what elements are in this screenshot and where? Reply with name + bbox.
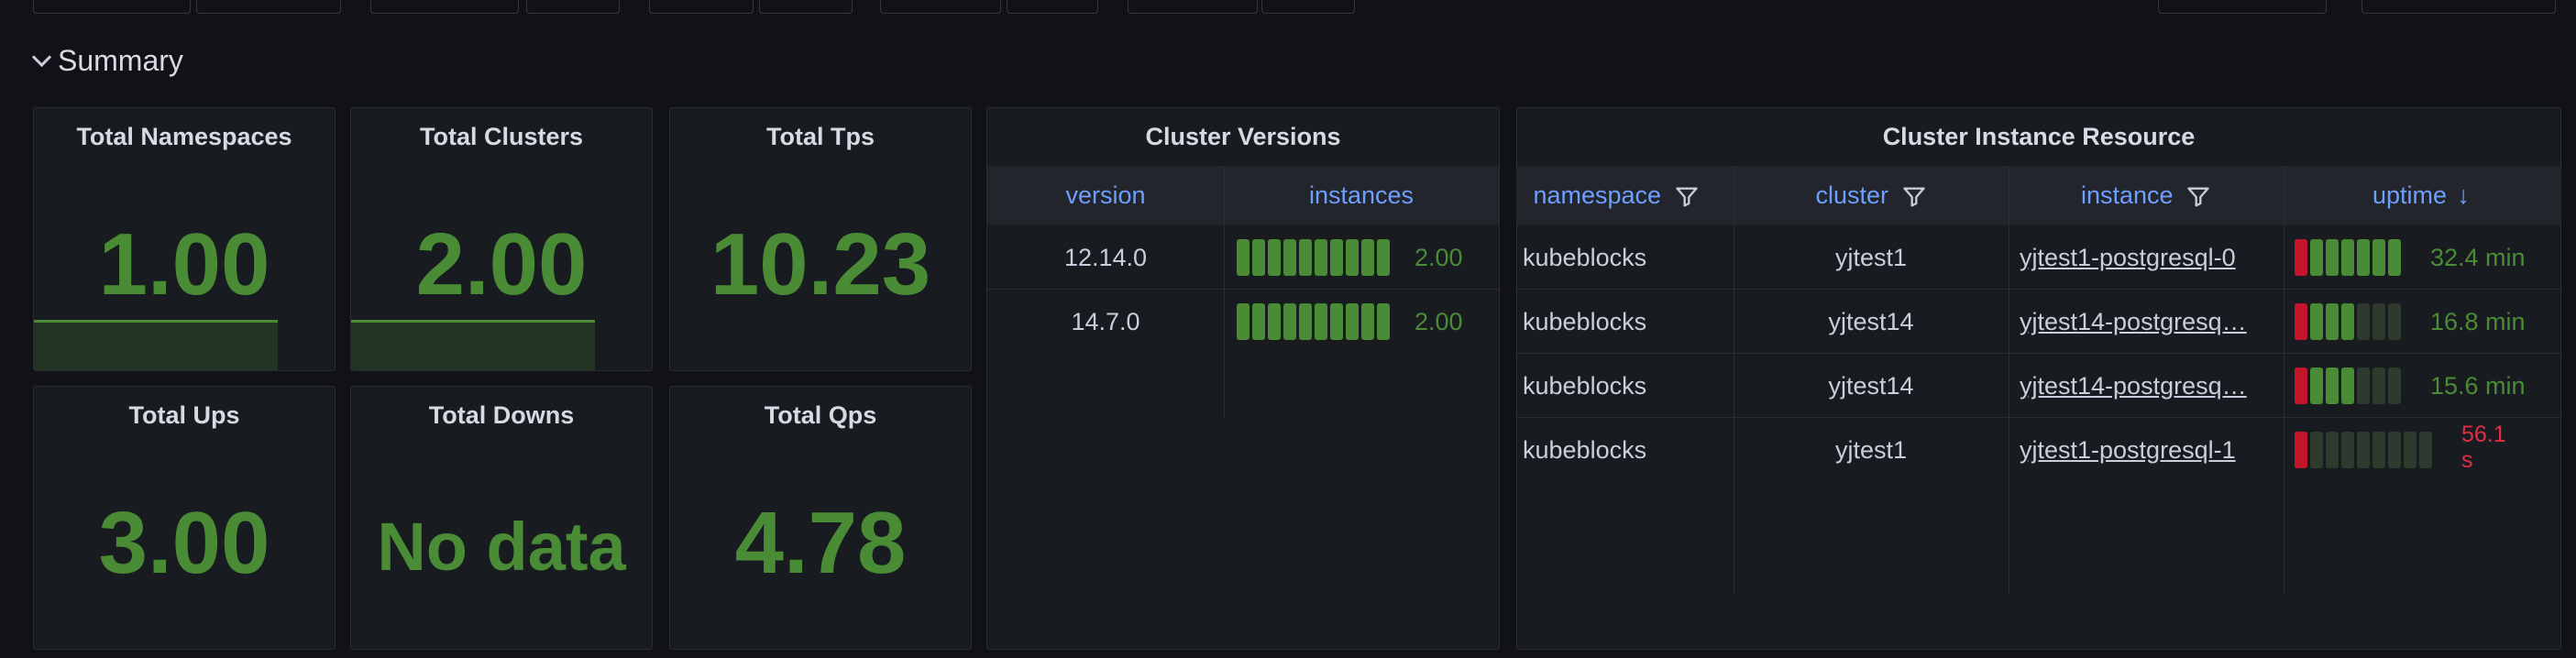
top-control[interactable] — [759, 0, 853, 14]
cell-instance-link[interactable]: yjtest1-postgresql-1 — [2020, 418, 2278, 482]
stat-value: 3.00 — [98, 494, 270, 592]
cluster-instance-resource-panel: Cluster Instance Resource namespace clus… — [1516, 107, 2561, 650]
panel-title: Cluster Versions — [1145, 123, 1341, 150]
stat-total-downs[interactable]: Total Downs No data — [350, 386, 653, 650]
panel-title: Total Downs — [428, 401, 575, 429]
cell-instance-link[interactable]: yjtest1-postgresql-0 — [2020, 225, 2278, 290]
cell-instance-link[interactable]: yjtest14-postgresq… — [2020, 354, 2278, 418]
stat-value: 2.00 — [415, 215, 588, 313]
uptime-gauge — [2295, 367, 2401, 404]
uptime-gauge — [2295, 432, 2432, 468]
panel-title: Total Clusters — [419, 123, 584, 150]
cell-cluster: yjtest14 — [1828, 372, 1914, 400]
cell-namespace: kubeblocks — [1523, 308, 1647, 335]
top-control[interactable] — [526, 0, 620, 14]
stat-value: 1.00 — [98, 215, 270, 313]
top-control[interactable] — [2158, 0, 2327, 14]
top-control[interactable] — [649, 0, 754, 14]
uptime-gauge — [2295, 303, 2401, 340]
cell-uptime: 15.6 min — [2430, 372, 2526, 400]
cell-version: 12.14.0 — [1063, 244, 1148, 271]
cell-cluster: yjtest1 — [1834, 436, 1908, 464]
stat-value: 10.23 — [710, 215, 931, 313]
stat-total-tps[interactable]: Total Tps 10.23 — [669, 107, 972, 371]
panel-title: Cluster Instance Resource — [1882, 123, 2196, 150]
top-control[interactable] — [370, 0, 519, 14]
stat-total-ups[interactable]: Total Ups 3.00 — [33, 386, 336, 650]
column-header-instance[interactable]: instance — [2009, 166, 2284, 225]
cell-instances: 2.00 — [1415, 308, 1463, 335]
instances-gauge — [1237, 303, 1390, 340]
cell-namespace: kubeblocks — [1523, 244, 1647, 271]
column-header-label: uptime — [2372, 181, 2448, 209]
column-header-label: namespace — [1533, 181, 1662, 209]
sparkline — [351, 320, 595, 370]
cell-cluster: yjtest1 — [1834, 244, 1908, 271]
sort-desc-icon: ↓ — [2457, 181, 2471, 209]
chevron-down-icon — [31, 47, 52, 68]
cell-uptime: 32.4 min — [2430, 244, 2526, 271]
cell-instance-link[interactable]: yjtest14-postgresq… — [2020, 290, 2278, 354]
row-toggle-summary[interactable]: Summary — [31, 44, 183, 78]
cell-uptime: 56.1 s — [2461, 422, 2506, 473]
column-header-uptime[interactable]: uptime ↓ — [2284, 166, 2559, 225]
top-control[interactable] — [2361, 0, 2556, 14]
stat-value: No data — [377, 509, 626, 585]
table-header: version instances — [987, 166, 1499, 225]
column-header-label: instance — [2080, 181, 2174, 209]
filter-icon[interactable] — [1901, 184, 1927, 210]
instances-gauge — [1237, 239, 1390, 276]
stat-value: 4.78 — [734, 494, 907, 592]
uptime-gauge — [2295, 239, 2401, 276]
cell-namespace: kubeblocks — [1523, 372, 1647, 400]
row-title: Summary — [58, 44, 183, 77]
cell-namespace: kubeblocks — [1523, 436, 1647, 464]
top-control[interactable] — [196, 0, 341, 14]
column-header-version[interactable]: version — [987, 166, 1224, 225]
stat-total-namespaces[interactable]: Total Namespaces 1.00 — [33, 107, 336, 371]
filter-icon[interactable] — [2185, 184, 2211, 210]
filter-icon[interactable] — [1674, 184, 1700, 210]
top-control[interactable] — [1261, 0, 1355, 14]
top-control[interactable] — [1128, 0, 1258, 14]
panel-title: Total Tps — [766, 123, 875, 150]
cell-cluster: yjtest14 — [1828, 308, 1914, 335]
panel-title: Total Qps — [764, 401, 877, 429]
table-header: namespace cluster instance uptime ↓ — [1517, 166, 2560, 225]
top-control[interactable] — [1007, 0, 1098, 14]
stat-total-clusters[interactable]: Total Clusters 2.00 — [350, 107, 653, 371]
cluster-versions-panel: Cluster Versions version instances 12.14… — [986, 107, 1500, 650]
top-control[interactable] — [33, 0, 191, 14]
sparkline — [34, 320, 278, 370]
cell-version: 14.7.0 — [1071, 308, 1140, 335]
top-control[interactable] — [880, 0, 1001, 14]
column-header-instances[interactable]: instances — [1224, 166, 1499, 225]
panel-title: Total Namespaces — [76, 123, 292, 150]
cell-uptime: 16.8 min — [2430, 308, 2526, 335]
cell-instances: 2.00 — [1415, 244, 1463, 271]
column-header-namespace[interactable]: namespace — [1517, 166, 1734, 225]
column-header-cluster[interactable]: cluster — [1734, 166, 2009, 225]
column-header-label: cluster — [1815, 181, 1888, 209]
stat-total-qps[interactable]: Total Qps 4.78 — [669, 386, 972, 650]
panel-title: Total Ups — [128, 401, 240, 429]
